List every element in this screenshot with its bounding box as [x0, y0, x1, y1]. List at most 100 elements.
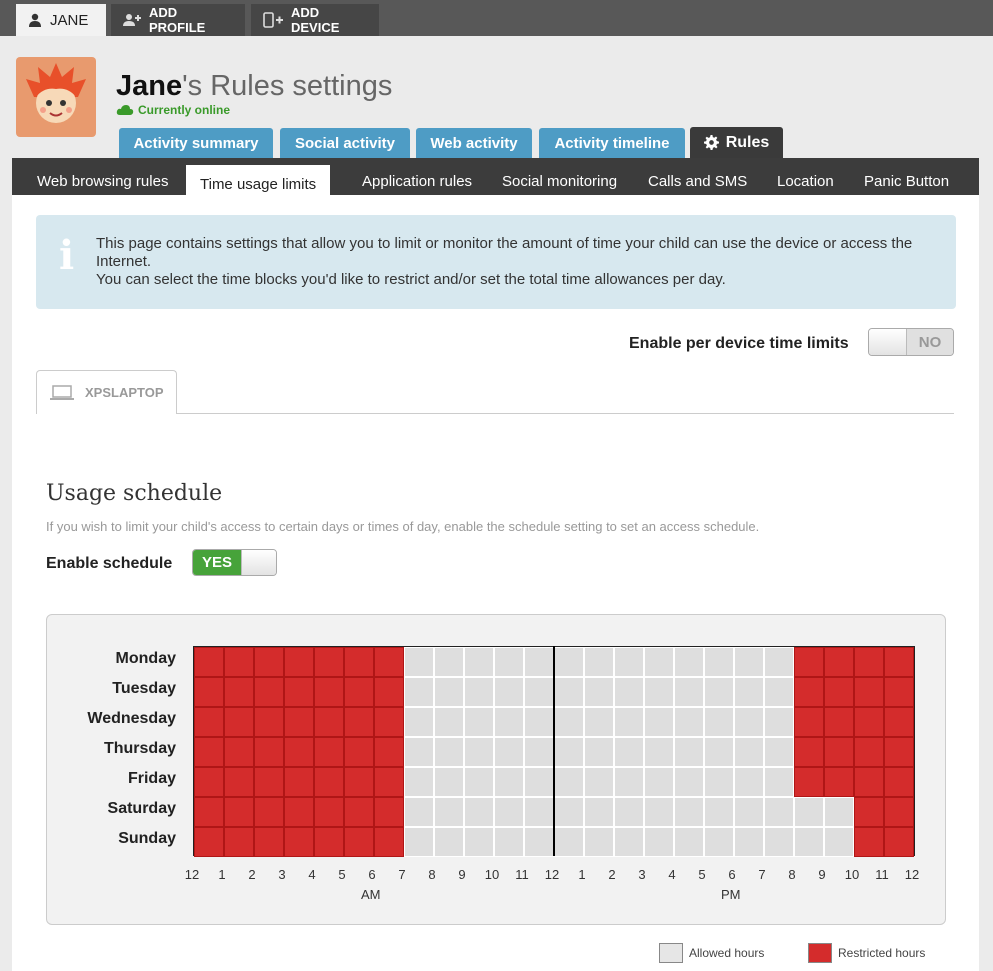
schedule-cell[interactable]: [314, 647, 344, 677]
schedule-cell[interactable]: [434, 677, 464, 707]
schedule-cell[interactable]: [434, 767, 464, 797]
schedule-cell[interactable]: [674, 827, 704, 857]
schedule-cell[interactable]: [404, 827, 434, 857]
schedule-cell[interactable]: [524, 647, 554, 677]
subtab-time-usage-limits[interactable]: Time usage limits: [186, 165, 331, 195]
schedule-cell[interactable]: [734, 677, 764, 707]
schedule-cell[interactable]: [224, 767, 254, 797]
schedule-cell[interactable]: [344, 827, 374, 857]
schedule-cell[interactable]: [794, 767, 824, 797]
schedule-cell[interactable]: [764, 677, 794, 707]
schedule-cell[interactable]: [254, 737, 284, 767]
schedule-cell[interactable]: [404, 707, 434, 737]
schedule-cell[interactable]: [404, 647, 434, 677]
schedule-cell[interactable]: [824, 797, 854, 827]
schedule-cell[interactable]: [854, 647, 884, 677]
schedule-cell[interactable]: [734, 707, 764, 737]
schedule-cell[interactable]: [494, 767, 524, 797]
schedule-cell[interactable]: [554, 677, 584, 707]
schedule-cell[interactable]: [554, 647, 584, 677]
schedule-cell[interactable]: [614, 797, 644, 827]
schedule-cell[interactable]: [314, 827, 344, 857]
schedule-cell[interactable]: [374, 737, 404, 767]
subtab-calls-and-sms[interactable]: Calls and SMS: [648, 173, 747, 190]
schedule-cell[interactable]: [794, 797, 824, 827]
schedule-cell[interactable]: [764, 647, 794, 677]
schedule-cell[interactable]: [494, 797, 524, 827]
schedule-cell[interactable]: [884, 707, 914, 737]
schedule-cell[interactable]: [524, 797, 554, 827]
schedule-cell[interactable]: [644, 707, 674, 737]
schedule-cell[interactable]: [434, 647, 464, 677]
add-device-button[interactable]: ADD DEVICE: [251, 4, 379, 36]
schedule-cell[interactable]: [194, 827, 224, 857]
schedule-cell[interactable]: [644, 767, 674, 797]
schedule-cell[interactable]: [434, 707, 464, 737]
schedule-cell[interactable]: [824, 647, 854, 677]
tab-activity-timeline[interactable]: Activity timeline: [539, 128, 685, 158]
schedule-cell[interactable]: [644, 647, 674, 677]
schedule-cell[interactable]: [434, 827, 464, 857]
schedule-cell[interactable]: [884, 737, 914, 767]
schedule-cell[interactable]: [704, 797, 734, 827]
schedule-cell[interactable]: [254, 647, 284, 677]
schedule-cell[interactable]: [824, 677, 854, 707]
enable-schedule-toggle[interactable]: YES: [192, 549, 277, 576]
schedule-cell[interactable]: [374, 827, 404, 857]
schedule-cell[interactable]: [674, 677, 704, 707]
schedule-cell[interactable]: [734, 797, 764, 827]
schedule-cell[interactable]: [794, 647, 824, 677]
schedule-cell[interactable]: [524, 707, 554, 737]
schedule-cell[interactable]: [554, 797, 584, 827]
schedule-cell[interactable]: [884, 677, 914, 707]
schedule-cell[interactable]: [374, 677, 404, 707]
schedule-cell[interactable]: [344, 647, 374, 677]
schedule-cell[interactable]: [824, 707, 854, 737]
schedule-cell[interactable]: [314, 707, 344, 737]
schedule-cell[interactable]: [764, 707, 794, 737]
subtab-panic-button[interactable]: Panic Button: [864, 173, 949, 190]
schedule-cell[interactable]: [314, 737, 344, 767]
schedule-cell[interactable]: [854, 707, 884, 737]
subtab-application-rules[interactable]: Application rules: [362, 173, 472, 190]
subtab-location[interactable]: Location: [777, 173, 834, 190]
schedule-cell[interactable]: [524, 827, 554, 857]
schedule-cell[interactable]: [344, 707, 374, 737]
schedule-cell[interactable]: [854, 737, 884, 767]
schedule-cell[interactable]: [284, 647, 314, 677]
schedule-cell[interactable]: [464, 827, 494, 857]
schedule-cell[interactable]: [224, 677, 254, 707]
schedule-cell[interactable]: [614, 827, 644, 857]
schedule-cell[interactable]: [734, 827, 764, 857]
schedule-cell[interactable]: [494, 647, 524, 677]
schedule-cell[interactable]: [224, 647, 254, 677]
schedule-cell[interactable]: [584, 737, 614, 767]
schedule-cell[interactable]: [644, 827, 674, 857]
schedule-cell[interactable]: [794, 737, 824, 767]
schedule-cell[interactable]: [194, 647, 224, 677]
schedule-cell[interactable]: [644, 797, 674, 827]
schedule-cell[interactable]: [794, 827, 824, 857]
schedule-cell[interactable]: [314, 677, 344, 707]
schedule-cell[interactable]: [554, 737, 584, 767]
schedule-cell[interactable]: [614, 737, 644, 767]
schedule-cell[interactable]: [374, 767, 404, 797]
schedule-cell[interactable]: [554, 707, 584, 737]
schedule-cell[interactable]: [404, 737, 434, 767]
per-device-limits-toggle[interactable]: NO: [868, 328, 954, 356]
schedule-cell[interactable]: [344, 797, 374, 827]
schedule-cell[interactable]: [614, 647, 644, 677]
subtab-web-browsing-rules[interactable]: Web browsing rules: [37, 173, 168, 190]
schedule-cell[interactable]: [764, 797, 794, 827]
schedule-cell[interactable]: [464, 767, 494, 797]
schedule-cell[interactable]: [404, 767, 434, 797]
schedule-cell[interactable]: [344, 767, 374, 797]
schedule-cell[interactable]: [194, 737, 224, 767]
schedule-cell[interactable]: [254, 827, 284, 857]
schedule-cell[interactable]: [284, 767, 314, 797]
schedule-cell[interactable]: [884, 767, 914, 797]
schedule-cell[interactable]: [704, 647, 734, 677]
schedule-cell[interactable]: [284, 827, 314, 857]
schedule-cell[interactable]: [524, 767, 554, 797]
schedule-cell[interactable]: [794, 707, 824, 737]
